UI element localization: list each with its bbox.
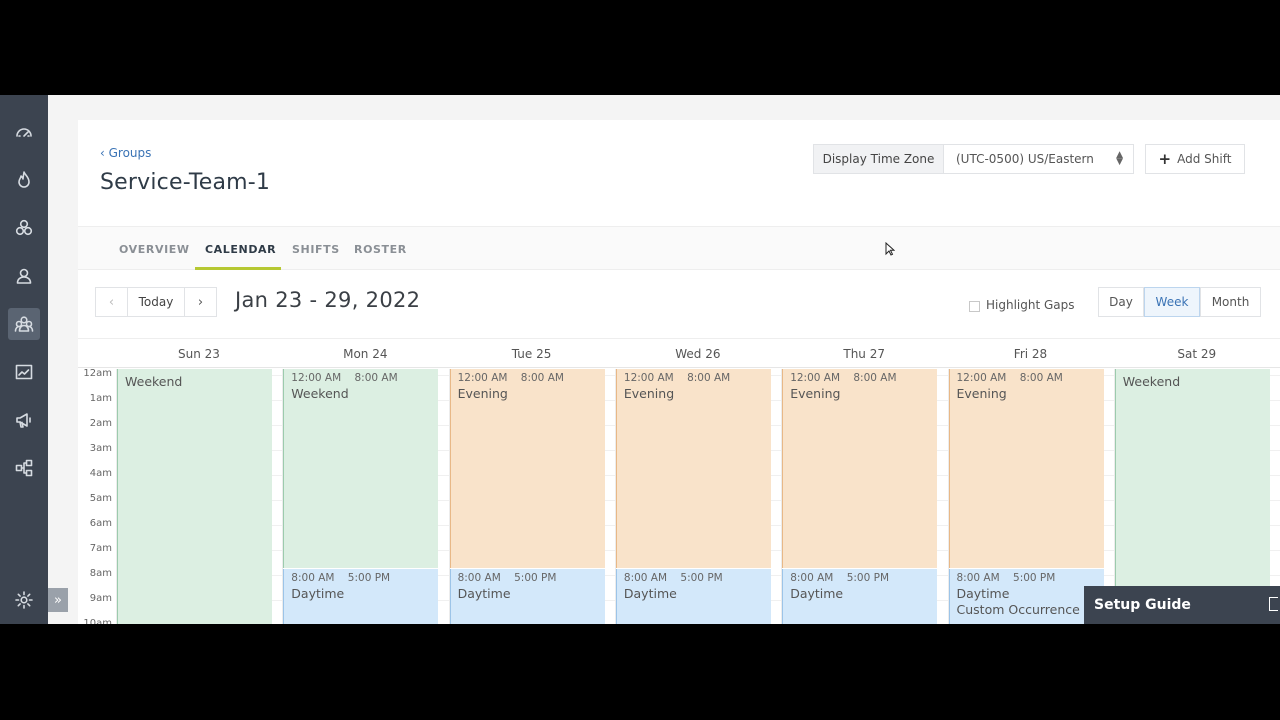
previous-week-button[interactable]: ‹ <box>95 287 127 317</box>
announcements-icon[interactable] <box>8 404 40 436</box>
shift-event[interactable]: 12:00 AM 8:00 AM Evening <box>449 369 605 568</box>
shift-event[interactable]: 12:00 AM 8:00 AM Evening <box>948 369 1104 568</box>
select-caret-icon: ▲ ▼ <box>1116 150 1123 167</box>
day-label: Wed 26 <box>675 347 721 361</box>
shift-time: 8:00 AM 5:00 PM <box>956 572 1056 584</box>
hour-label: 6am <box>89 518 112 529</box>
shift-name: Evening <box>457 386 508 401</box>
hour-label: 5am <box>89 493 112 504</box>
add-shift-label: Add Shift <box>1177 152 1232 166</box>
shift-event[interactable]: 12:00 AM 8:00 AM Evening <box>782 369 938 568</box>
shift-time: 12:00 AM 8:00 AM <box>457 372 564 384</box>
workflows-icon[interactable] <box>8 452 40 484</box>
timezone-select[interactable]: (UTC-0500) US/Eastern ▲ ▼ <box>943 144 1134 174</box>
hour-label: 1am <box>89 393 112 404</box>
date-range-title: Jan 23 - 29, 2022 <box>235 288 421 312</box>
sidebar <box>0 95 48 624</box>
view-week-button[interactable]: Week <box>1144 287 1200 317</box>
shift-event[interactable]: 8:00 AM 5:00 PM Daytime <box>449 569 605 624</box>
day-header-row: Sun 23 Mon 24 Tue 25 Wed 26 Thu 27 Fri 28 Sat … <box>78 338 1280 368</box>
back-to-groups-link[interactable]: ‹ Groups <box>100 146 151 160</box>
dashboard-icon[interactable] <box>8 116 40 148</box>
hour-label: 10am <box>83 618 112 624</box>
shift-event[interactable]: 8:00 AM 5:00 PM Daytime <box>782 569 938 624</box>
users-icon[interactable] <box>8 260 40 292</box>
active-tab-indicator <box>195 267 281 270</box>
shift-name: Daytime <box>956 586 1010 601</box>
expand-panel-icon <box>1269 597 1278 611</box>
day-label: Tue 25 <box>511 347 552 361</box>
shift-name: Weekend <box>1122 374 1181 389</box>
incidents-icon[interactable] <box>8 164 40 196</box>
shift-name: Daytime <box>457 586 511 601</box>
hour-label: 2am <box>89 418 112 429</box>
shift-time: 8:00 AM 5:00 PM <box>457 572 557 584</box>
shift-time: 8:00 AM 5:00 PM <box>790 572 890 584</box>
shift-name: Weekend <box>125 374 183 389</box>
expand-sidebar-button[interactable]: » <box>48 588 68 612</box>
plus-icon: + <box>1158 150 1172 168</box>
shift-name: Daytime <box>790 586 844 601</box>
setup-guide-panel[interactable]: Setup Guide <box>1084 586 1280 624</box>
shift-time: 8:00 AM 5:00 PM <box>291 572 391 584</box>
setup-guide-label: Setup Guide <box>1094 597 1191 613</box>
tab-calendar[interactable]: CALENDAR <box>205 227 276 271</box>
shift-occurrence-note: Custom Occurrence <box>956 602 1080 617</box>
shift-name: Daytime <box>623 586 677 601</box>
shift-time: 12:00 AM 8:00 AM <box>623 372 731 384</box>
highlight-gaps-checkbox[interactable] <box>969 301 980 312</box>
shift-name: Weekend <box>291 386 349 401</box>
shift-event[interactable]: 12:00 AM 8:00 AM Weekend <box>283 369 439 568</box>
shift-time: 12:00 AM 8:00 AM <box>956 372 1063 384</box>
shift-name: Evening <box>956 386 1007 401</box>
day-label: Mon 24 <box>343 347 388 361</box>
hour-label: 12am <box>83 369 112 379</box>
tab-bar: OVERVIEW CALENDAR SHIFTS ROSTER <box>78 226 1280 270</box>
gear-icon[interactable] <box>8 584 40 616</box>
shift-event[interactable]: 8:00 AM 5:00 PM Daytime <box>615 569 771 624</box>
timezone-label: Display Time Zone <box>813 144 943 174</box>
view-month-button[interactable]: Month <box>1200 287 1261 317</box>
day-label: Thu 27 <box>843 347 885 361</box>
shift-name: Evening <box>623 386 675 401</box>
page-title: Service-Team-1 <box>100 170 271 195</box>
highlight-gaps-label[interactable]: Highlight Gaps <box>986 298 1075 312</box>
shift-event[interactable]: 12:00 AM 8:00 AM Evening <box>615 369 771 568</box>
shift-name: Daytime <box>291 586 345 601</box>
day-label: Sat 29 <box>1177 347 1217 361</box>
tab-roster[interactable]: ROSTER <box>354 227 407 271</box>
hour-label: 8am <box>89 568 112 579</box>
groups-icon[interactable] <box>8 308 40 340</box>
day-label: Sun 23 <box>178 347 220 361</box>
shift-name: Evening <box>790 386 841 401</box>
next-week-button[interactable]: › <box>185 287 217 317</box>
app-window: » ‹ Groups Service-Team-1 Display Time Z… <box>0 95 1280 624</box>
view-day-button[interactable]: Day <box>1098 287 1144 317</box>
shift-event[interactable]: Weekend <box>117 369 272 624</box>
integrations-icon[interactable] <box>8 212 40 244</box>
mouse-cursor-icon <box>885 242 895 256</box>
shift-event[interactable]: 8:00 AM 5:00 PM Daytime <box>283 569 439 624</box>
tab-overview[interactable]: OVERVIEW <box>119 227 190 271</box>
hour-label: 4am <box>89 468 112 479</box>
hour-label: 7am <box>89 543 112 554</box>
shift-time: 12:00 AM 8:00 AM <box>790 372 897 384</box>
today-button[interactable]: Today <box>127 287 185 317</box>
hour-label: 9am <box>89 593 112 604</box>
shift-event[interactable]: 8:00 AM 5:00 PM Daytime Custom Occurrence <box>948 569 1104 624</box>
tab-shifts[interactable]: SHIFTS <box>292 227 340 271</box>
day-label: Fri 28 <box>1013 347 1048 361</box>
add-shift-button[interactable]: + Add Shift <box>1145 144 1245 174</box>
shift-time: 8:00 AM 5:00 PM <box>623 572 723 584</box>
shift-time: 12:00 AM 8:00 AM <box>291 372 398 384</box>
reports-icon[interactable] <box>8 356 40 388</box>
timezone-value: (UTC-0500) US/Eastern <box>956 152 1094 166</box>
hour-label: 3am <box>89 443 112 454</box>
main-content: ‹ Groups Service-Team-1 Display Time Zon… <box>78 120 1280 624</box>
